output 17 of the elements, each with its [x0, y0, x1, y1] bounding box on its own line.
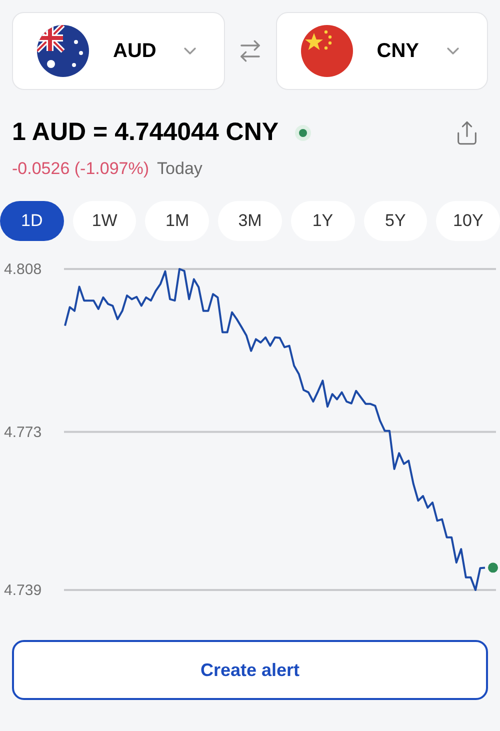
create-alert-button[interactable]: Create alert — [12, 640, 488, 700]
range-tab[interactable]: 3M — [218, 201, 282, 241]
range-tab[interactable]: 1Y — [290, 201, 355, 241]
range-tab[interactable]: 5Y — [364, 201, 428, 241]
range-tab[interactable]: 1W — [72, 201, 136, 241]
currency-selector[interactable]: AUD — [12, 12, 226, 90]
range-tab[interactable]: 1D — [0, 201, 64, 241]
rate-text: 1 AUD = 4.744044 CNY — [12, 117, 279, 148]
axis-label: 4.739 — [4, 582, 42, 599]
axis-label: 4.808 — [4, 261, 42, 278]
change-value: -0.0526 (-1.097%) — [12, 158, 150, 180]
axis-label: 4.773 — [4, 424, 42, 441]
range-tab[interactable]: 10Y — [436, 201, 500, 241]
range-tab[interactable]: 1M — [145, 201, 210, 241]
current-point-icon — [488, 562, 498, 573]
change-period: Today — [157, 158, 202, 180]
currency-selector[interactable]: CNY — [276, 12, 488, 90]
